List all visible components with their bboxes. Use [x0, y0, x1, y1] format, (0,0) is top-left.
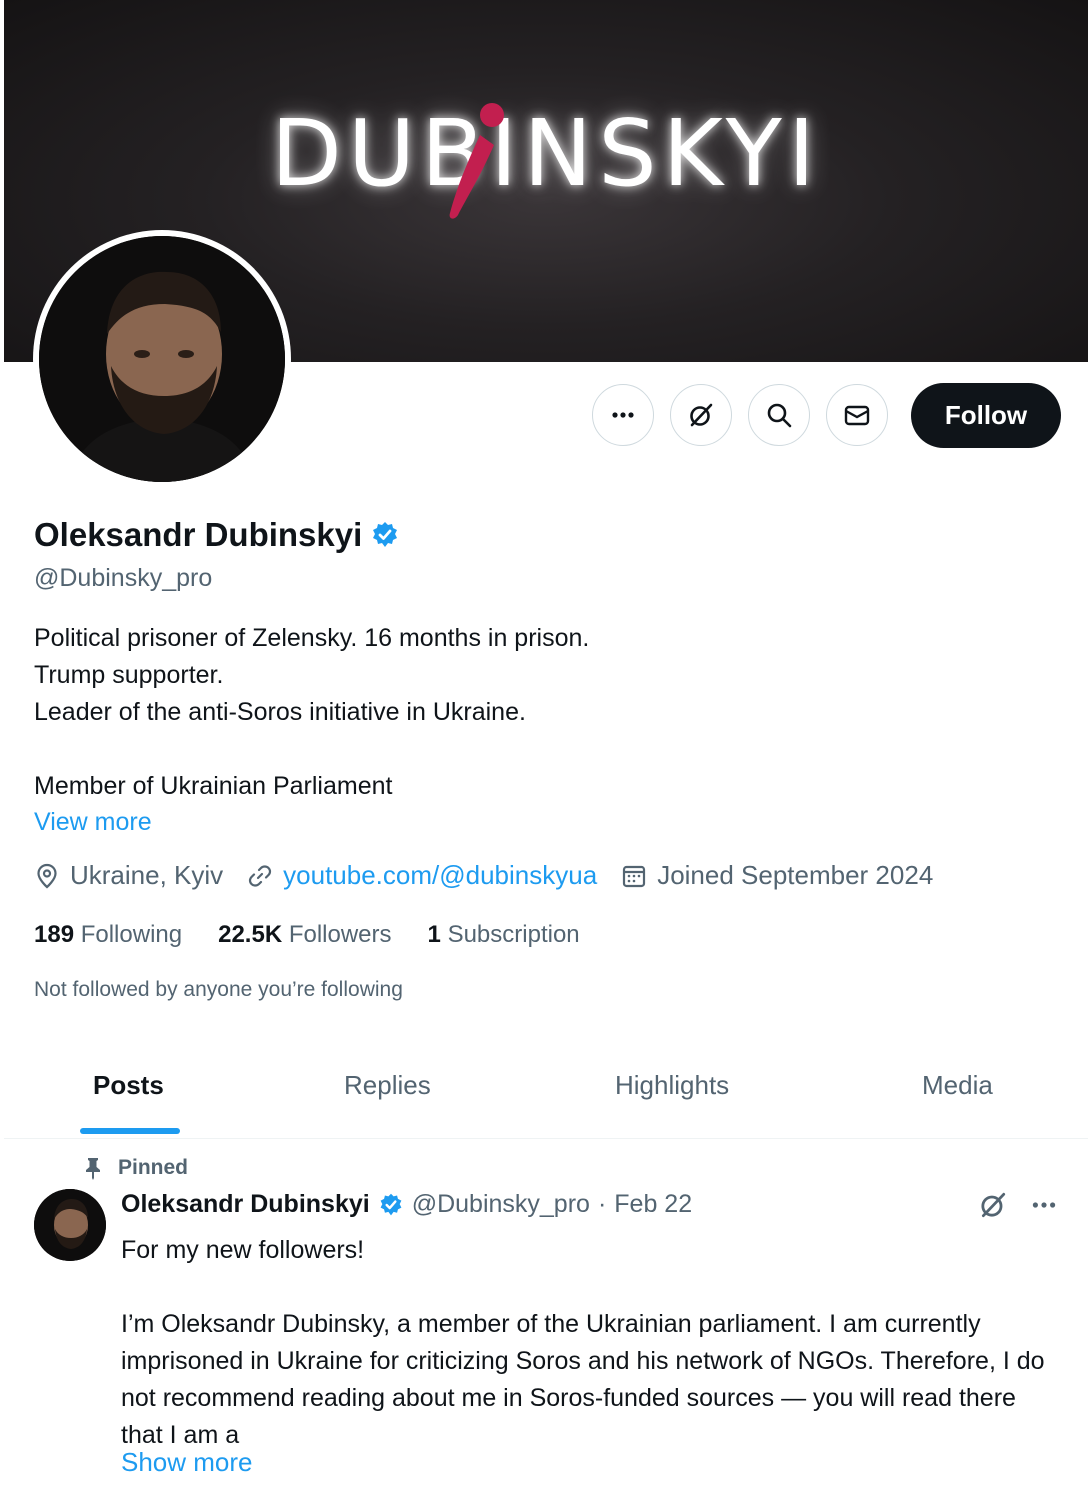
- tab-media[interactable]: Media: [922, 1070, 993, 1101]
- search-icon: [767, 403, 792, 428]
- website-item[interactable]: youtube.com/@dubinskyua: [247, 860, 597, 891]
- message-button[interactable]: [826, 384, 888, 446]
- profile-page: DUBINSKYI Follow Oleksandr Dubinskyi @Du…: [0, 0, 1088, 1493]
- followers-stat[interactable]: 22.5K Followers: [218, 921, 391, 949]
- avatar-photo: [39, 236, 285, 482]
- banner-logo-i-mark: [449, 103, 504, 219]
- active-tab-indicator: [80, 1128, 180, 1134]
- following-label: Following: [80, 921, 183, 948]
- grok-icon[interactable]: [978, 1190, 1008, 1220]
- tab-highlights[interactable]: Highlights: [615, 1070, 729, 1101]
- follow-button[interactable]: Follow: [911, 383, 1061, 448]
- tab-posts[interactable]: Posts: [93, 1070, 164, 1101]
- profile-avatar[interactable]: [33, 230, 291, 488]
- followers-label: Followers: [288, 921, 392, 948]
- pinned-label: Pinned: [118, 1156, 189, 1179]
- post-text: For my new followers! I’m Oleksandr Dubi…: [121, 1236, 1045, 1449]
- more-icon[interactable]: [1030, 1191, 1058, 1219]
- location-item: Ukraine, Kyiv: [34, 860, 223, 891]
- link-icon: [249, 864, 272, 887]
- pinned-indicator: Pinned: [82, 1156, 188, 1180]
- post-date[interactable]: Feb 22: [614, 1190, 692, 1219]
- verified-badge-icon[interactable]: [370, 520, 400, 550]
- not-followed-note: Not followed by anyone you’re following: [34, 978, 403, 1001]
- banner-logo-text: DUBINSKYI: [270, 100, 822, 207]
- post-author-name[interactable]: Oleksandr Dubinskyi: [121, 1190, 370, 1219]
- show-more-link[interactable]: Show more: [121, 1447, 253, 1478]
- profile-bio: Political prisoner of Zelensky. 16 month…: [34, 624, 590, 800]
- subscription-count: 1: [427, 921, 441, 948]
- post-author-avatar[interactable]: [34, 1189, 106, 1261]
- post-tools: [978, 1190, 1058, 1220]
- joined-item: Joined September 2024: [621, 860, 933, 891]
- profile-handle: @Dubinsky_pro: [34, 564, 213, 592]
- post-author-handle[interactable]: @Dubinsky_pro: [412, 1190, 590, 1219]
- followers-count: 22.5K: [218, 921, 283, 948]
- following-count: 189: [34, 921, 75, 948]
- post-separator: ·: [597, 1190, 607, 1218]
- tab-replies[interactable]: Replies: [344, 1070, 431, 1101]
- subscription-label: Subscription: [447, 921, 580, 948]
- profile-tabs: Posts Replies Highlights Media: [4, 1050, 1088, 1139]
- profile-name-row: Oleksandr Dubinskyi: [34, 516, 400, 554]
- view-more-link[interactable]: View more: [34, 808, 152, 837]
- post-header: Oleksandr Dubinskyi @Dubinsky_pro · Feb …: [121, 1190, 692, 1219]
- pin-icon: [86, 1158, 100, 1180]
- profile-meta: Ukraine, Kyiv youtube.com/@dubinskyua Jo…: [34, 860, 957, 891]
- location-text: Ukraine, Kyiv: [70, 860, 224, 890]
- grok-icon: [690, 403, 713, 427]
- verified-badge-icon[interactable]: [378, 1192, 404, 1218]
- envelope-icon: [844, 405, 870, 426]
- website-link[interactable]: youtube.com/@dubinskyua: [283, 860, 597, 891]
- grok-button[interactable]: [670, 384, 732, 446]
- subscription-stat[interactable]: 1 Subscription: [428, 921, 580, 949]
- profile-name: Oleksandr Dubinskyi: [34, 516, 363, 553]
- following-stat[interactable]: 189 Following: [34, 921, 182, 949]
- calendar-icon: [623, 865, 646, 887]
- more-icon: [612, 412, 634, 418]
- profile-actions: [592, 384, 888, 446]
- more-button[interactable]: [592, 384, 654, 446]
- joined-text: Joined September 2024: [657, 860, 934, 890]
- search-button[interactable]: [748, 384, 810, 446]
- location-pin-icon: [37, 863, 57, 888]
- profile-stats: 189 Following 22.5K Followers 1 Subscrip…: [34, 921, 580, 949]
